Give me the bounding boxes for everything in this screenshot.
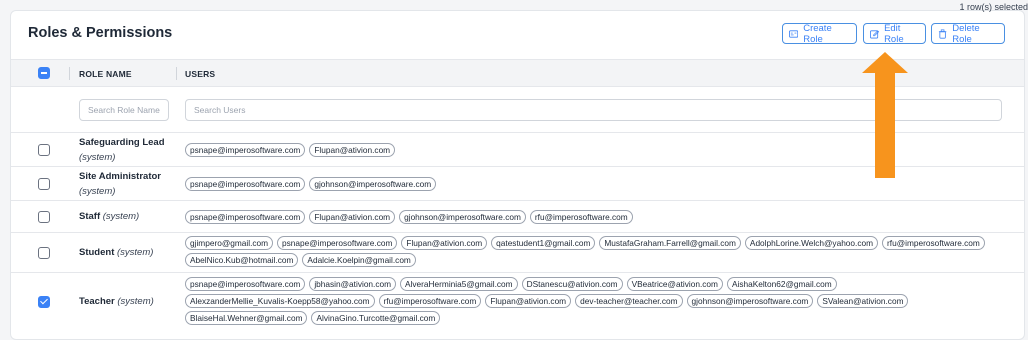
role-name: Student (system): [79, 245, 153, 260]
user-chip: rfu@imperosoftware.com: [882, 236, 985, 250]
user-chip: AlveraHerminia5@gmail.com: [400, 277, 518, 291]
user-chip: qatestudent1@gmail.com: [491, 236, 596, 250]
user-chip: rfu@imperosoftware.com: [378, 294, 482, 308]
role-name-text: Teacher: [79, 296, 115, 307]
page-title: Roles & Permissions: [28, 25, 173, 41]
role-name-text: Student: [79, 247, 115, 258]
column-header-users: USERS: [185, 69, 216, 79]
user-chip: jbhasin@ativion.com: [309, 277, 397, 291]
user-chip: psnape@imperosoftware.com: [185, 210, 306, 224]
user-chip-list: psnape@imperosoftware.com jbhasin@ativion…: [185, 277, 1005, 325]
user-chip: gjimpero@gmail.com: [185, 236, 274, 250]
user-chip: gjohnson@imperosoftware.com: [399, 210, 526, 224]
user-chip: AbelNico.Kub@hotmail.com: [185, 253, 299, 267]
row-checkbox[interactable]: [38, 211, 50, 223]
role-name-text: Staff: [79, 211, 101, 222]
column-divider: [176, 67, 177, 80]
edit-role-label: Edit Role: [884, 22, 904, 45]
user-chip: psnape@imperosoftware.com: [185, 177, 306, 191]
create-role-button[interactable]: Create Role: [782, 22, 857, 45]
system-tag: (system): [79, 152, 116, 163]
selection-count: 1 row(s) selected: [959, 2, 1028, 12]
role-name: Safeguarding Lead (system): [79, 135, 165, 165]
create-role-label: Create Role: [803, 22, 832, 45]
table-row[interactable]: Teacher (system) psnape@imperosoftware.c…: [11, 273, 1024, 333]
row-checkbox[interactable]: [38, 247, 50, 259]
search-role-name-input[interactable]: Search Role Name: [79, 99, 169, 121]
select-all-checkbox[interactable]: [38, 67, 50, 79]
user-chip-list: psnape@imperosoftware.com Flupan@ativion.…: [185, 210, 1005, 224]
annotation-arrow-icon: [862, 52, 908, 178]
user-chip: gjohnson@imperosoftware.com: [309, 177, 437, 191]
system-tag: (system): [117, 247, 154, 258]
edit-icon: [870, 29, 880, 38]
role-name: Staff (system): [79, 209, 139, 224]
user-chip: AlvinaGino.Turcotte@gmail.com: [311, 311, 441, 325]
user-chip: psnape@imperosoftware.com: [185, 143, 306, 157]
trash-icon: [938, 28, 947, 39]
edit-role-button[interactable]: Edit Role: [863, 22, 926, 45]
system-tag: (system): [102, 211, 140, 222]
row-checkbox[interactable]: [38, 178, 50, 190]
table-row[interactable]: Student (system) gjimpero@gmail.com psnap…: [11, 233, 1024, 273]
row-checkbox[interactable]: [38, 144, 50, 156]
user-chip: DStanescu@ativion.com: [521, 277, 623, 291]
role-name-text: Safeguarding Lead: [79, 137, 165, 148]
user-chip: psnape@imperosoftware.com: [277, 236, 398, 250]
user-chip: AlexzanderMellie_Kuvalis-Koepp58@yahoo.c…: [185, 294, 375, 308]
role-name: Site Administrator (system): [79, 169, 161, 199]
row-checkbox[interactable]: [38, 296, 50, 308]
user-chip: VBeatrice@ativion.com: [626, 277, 723, 291]
user-chip: Flupan@ativion.com: [309, 210, 396, 224]
column-divider: [69, 67, 70, 80]
column-header-role-name: ROLE NAME: [79, 69, 132, 79]
user-chip: psnape@imperosoftware.com: [185, 277, 306, 291]
role-name: Teacher (system): [79, 294, 154, 309]
user-chip: AishaKelton62@gmail.com: [726, 277, 837, 291]
user-chip: Flupan@ativion.com: [309, 143, 396, 157]
delete-role-label: Delete Role: [952, 22, 980, 45]
user-chip-list: psnape@imperosoftware.com gjohnson@impero…: [185, 177, 1005, 191]
user-chip: Flupan@ativion.com: [485, 294, 572, 308]
user-chip: BlaiseHal.Wehner@gmail.com: [185, 311, 308, 325]
user-chip: MustafaGraham.Farrell@gmail.com: [599, 236, 741, 250]
user-chip: Flupan@ativion.com: [401, 236, 488, 250]
id-card-icon: [789, 29, 799, 38]
user-chip: AdolphLorine.Welch@yahoo.com: [744, 236, 879, 250]
system-tag: (system): [79, 186, 116, 197]
user-chip: gjohnson@imperosoftware.com: [686, 294, 814, 308]
user-chip: SValean@ativion.com: [817, 294, 909, 308]
system-tag: (system): [117, 296, 154, 307]
table-row[interactable]: Staff (system) psnape@imperosoftware.com…: [11, 201, 1024, 233]
user-chip: dev-teacher@teacher.com: [575, 294, 683, 308]
user-chip: Adalcie.Koelpin@gmail.com: [302, 253, 416, 267]
role-name-text: Site Administrator: [79, 171, 161, 182]
delete-role-button[interactable]: Delete Role: [931, 22, 1005, 45]
user-chip: rfu@imperosoftware.com: [529, 210, 633, 224]
user-chip-list: gjimpero@gmail.com psnape@imperosoftware.…: [185, 236, 1005, 267]
